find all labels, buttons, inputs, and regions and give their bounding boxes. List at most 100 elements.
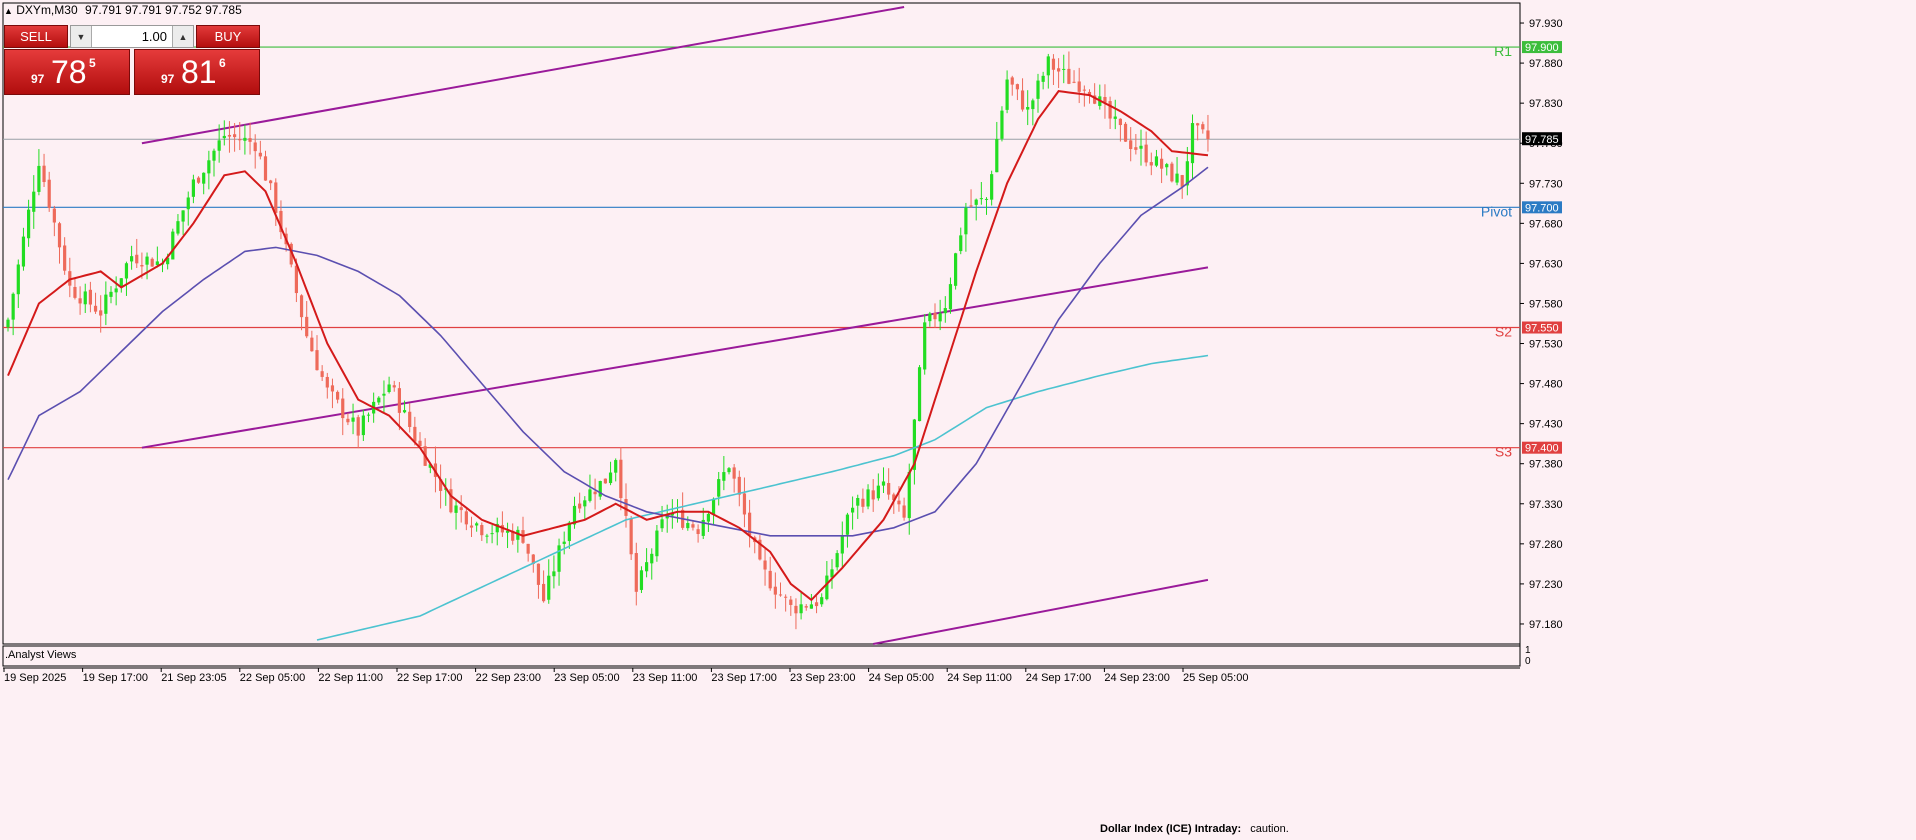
candle-body bbox=[490, 533, 494, 535]
candle-body bbox=[784, 596, 788, 598]
candle-body bbox=[145, 256, 149, 265]
sell-price-main: 78 bbox=[51, 54, 87, 90]
candle-body bbox=[186, 197, 190, 210]
candle-body bbox=[37, 165, 41, 192]
lot-increase-icon[interactable]: ▲ bbox=[172, 26, 193, 47]
candle-body bbox=[171, 231, 175, 260]
candle-body bbox=[845, 514, 850, 535]
x-tick-label: 23 Sep 23:00 bbox=[790, 672, 855, 684]
candle-body bbox=[1031, 100, 1035, 110]
candle-body bbox=[346, 418, 350, 423]
candle-body bbox=[78, 298, 82, 304]
candle-body bbox=[305, 316, 309, 337]
ma-fast-line bbox=[7, 90, 1209, 602]
candle-body bbox=[341, 398, 345, 419]
level-name-pivot: Pivot bbox=[1481, 203, 1512, 219]
candle-body bbox=[1144, 144, 1148, 163]
candle-body bbox=[1165, 164, 1169, 168]
candle-body bbox=[1000, 110, 1004, 139]
candle-body bbox=[933, 312, 937, 320]
y-tick-label: 97.230 bbox=[1529, 579, 1563, 591]
buy-price-prefix: 97 bbox=[161, 72, 175, 86]
candle-body bbox=[732, 467, 736, 479]
x-tick-label: 23 Sep 11:00 bbox=[633, 672, 698, 684]
x-tick-label: 25 Sep 05:00 bbox=[1183, 672, 1248, 684]
candle-body bbox=[547, 575, 551, 600]
candle-body bbox=[109, 291, 113, 297]
x-tick-label: 19 Sep 2025 bbox=[4, 672, 66, 684]
candle-body bbox=[1113, 116, 1117, 119]
candle-body bbox=[851, 507, 855, 513]
x-tick-label: 22 Sep 05:00 bbox=[240, 672, 305, 684]
candle-body bbox=[454, 505, 458, 513]
candle-body bbox=[639, 570, 644, 590]
sell-price-prefix: 97 bbox=[31, 72, 45, 86]
current-price-label: 97.785 bbox=[1525, 134, 1559, 146]
lot-decrease-icon[interactable]: ▼ bbox=[71, 26, 92, 47]
sell-button[interactable]: SELL bbox=[4, 25, 68, 48]
candle-body bbox=[768, 570, 772, 589]
candle-body bbox=[1020, 90, 1025, 110]
candle-body bbox=[974, 199, 978, 205]
candle-body bbox=[233, 134, 237, 138]
candle-body bbox=[27, 209, 31, 239]
candle-body bbox=[799, 604, 803, 614]
candle-body bbox=[1036, 80, 1040, 99]
candle-body bbox=[897, 500, 901, 505]
indicator-frame bbox=[2, 645, 1521, 667]
candle-body bbox=[552, 571, 556, 577]
candle-body bbox=[6, 319, 10, 328]
y-tick-label: 97.480 bbox=[1529, 379, 1563, 391]
candle-body bbox=[1072, 81, 1076, 83]
buy-price-button[interactable]: 97 81 6 bbox=[134, 49, 260, 95]
candle-body bbox=[835, 553, 839, 568]
candle-body bbox=[603, 478, 607, 484]
candle-body bbox=[11, 293, 15, 320]
candle-body bbox=[990, 174, 994, 200]
y-tick-label: 97.180 bbox=[1529, 619, 1563, 631]
candle-body bbox=[1067, 68, 1071, 84]
x-tick-label: 24 Sep 11:00 bbox=[947, 672, 1012, 684]
candle-body bbox=[207, 160, 211, 174]
candle-body bbox=[88, 289, 92, 305]
collapse-icon[interactable]: ▲ bbox=[4, 6, 13, 16]
candle-body bbox=[1082, 89, 1086, 91]
lot-size-value[interactable]: 1.00 bbox=[142, 29, 167, 44]
candle-body bbox=[227, 134, 232, 137]
price-chart[interactable]: 97.93097.88097.83097.78097.73097.68097.6… bbox=[0, 0, 1916, 840]
channel-line-3 bbox=[873, 578, 1209, 645]
candle-body bbox=[1015, 84, 1019, 90]
candle-body bbox=[887, 482, 891, 495]
candle-body bbox=[1123, 123, 1128, 142]
y-tick-label: 97.380 bbox=[1529, 459, 1563, 471]
candle-body bbox=[1154, 156, 1159, 166]
y-tick-label: 97.430 bbox=[1529, 419, 1563, 431]
lot-size-field[interactable]: ▼ 1.00 ▲ bbox=[70, 25, 194, 48]
candle-body bbox=[804, 606, 808, 608]
candle-body bbox=[820, 597, 824, 605]
candle-body bbox=[176, 221, 180, 234]
chart-header: ▲ DXYm,M30 97.791 97.791 97.752 97.785 bbox=[4, 3, 242, 17]
candle-body bbox=[650, 553, 654, 564]
candle-body bbox=[1077, 81, 1081, 92]
candle-body bbox=[578, 503, 582, 509]
sell-price-button[interactable]: 97 78 5 bbox=[4, 49, 130, 95]
candle-body bbox=[984, 198, 989, 200]
candle-body bbox=[366, 414, 371, 416]
candle-body bbox=[253, 142, 257, 152]
candle-body bbox=[387, 384, 391, 393]
y-tick-label: 97.880 bbox=[1529, 58, 1563, 70]
candle-body bbox=[299, 295, 304, 318]
y-tick-label: 97.930 bbox=[1529, 18, 1563, 30]
y-tick-label: 97.730 bbox=[1529, 178, 1563, 190]
buy-price-point: 6 bbox=[219, 56, 226, 70]
buy-button[interactable]: BUY bbox=[196, 25, 260, 48]
buy-price-main: 81 bbox=[181, 54, 217, 90]
candle-body bbox=[202, 172, 206, 184]
candle-body bbox=[1005, 79, 1009, 110]
candle-body bbox=[320, 371, 324, 377]
level-name-s2: S2 bbox=[1495, 324, 1512, 340]
candle-body bbox=[943, 308, 947, 314]
candle-body bbox=[907, 471, 911, 519]
candle-body bbox=[274, 182, 278, 213]
